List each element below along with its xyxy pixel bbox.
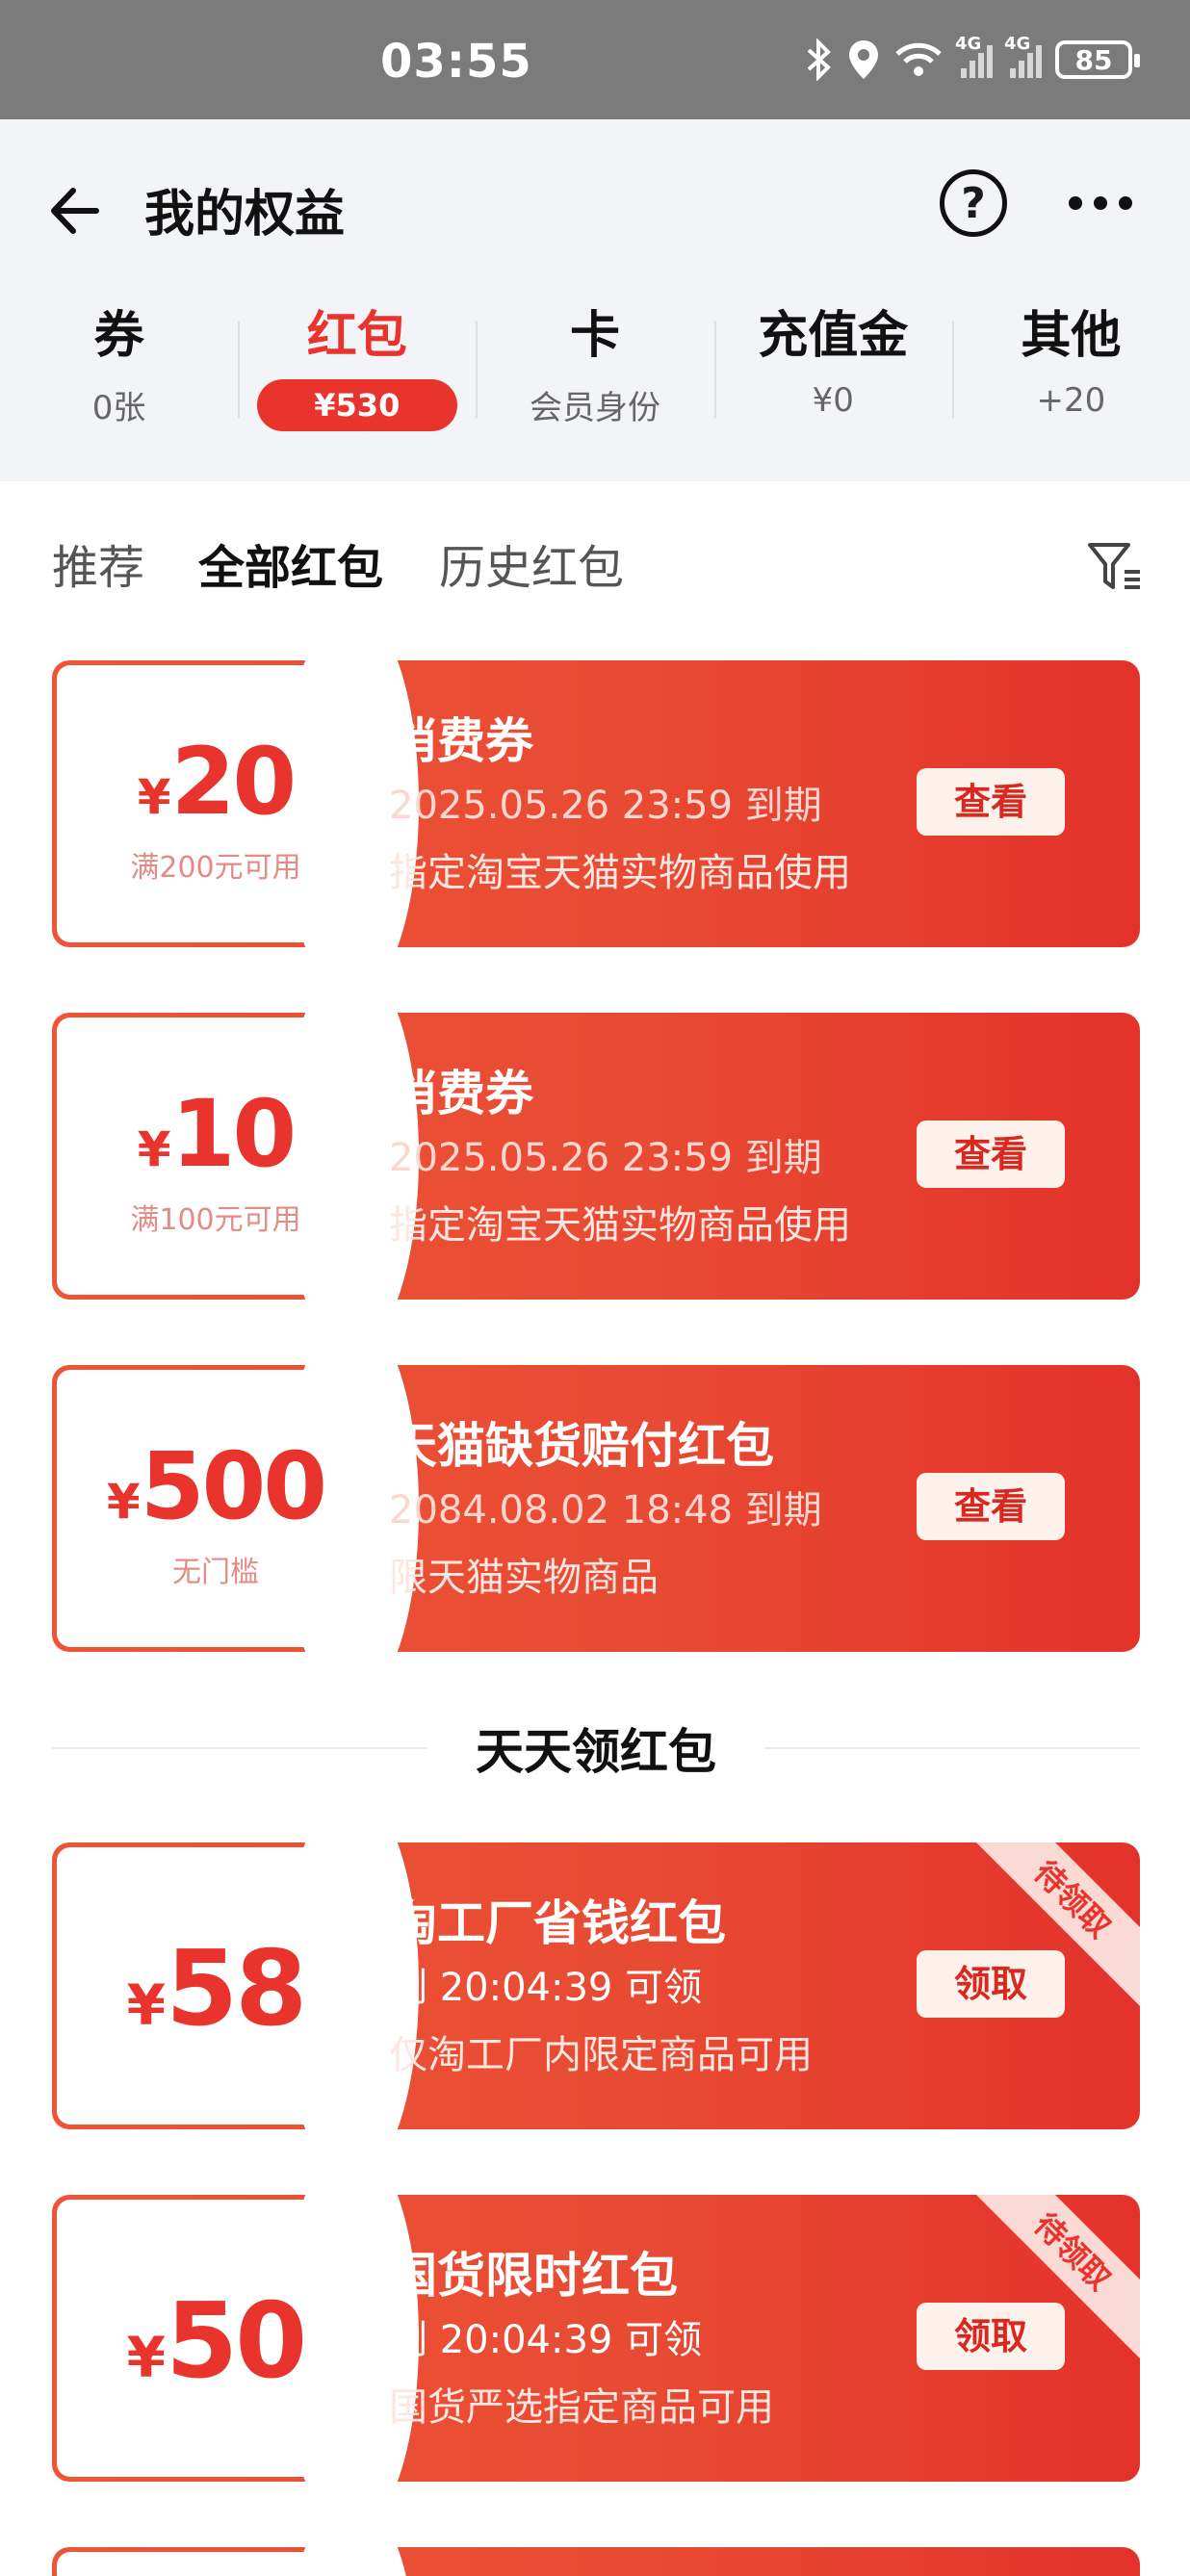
tab-label: 其他	[1021, 307, 1122, 365]
page-title: 我的权益	[144, 186, 346, 244]
coupon-expiry: 2025.05.26 23:59 到期	[389, 1136, 822, 1180]
status-time: 03:55	[380, 35, 532, 89]
category-tabs: 券 0张 红包 ¥530 卡 会员身份 充值金 ¥0 其他 +20	[0, 302, 1190, 447]
currency-symbol: ¥	[126, 2325, 167, 2390]
coupon-card-partial[interactable]	[52, 2547, 1140, 2576]
amount-value: 50	[166, 2281, 307, 2402]
daily-red-packets-header: 天天领红包	[52, 1713, 1140, 1781]
tab-cards[interactable]: 卡 会员身份	[476, 302, 713, 447]
tab-sub-label: 0张	[91, 389, 146, 427]
bluetooth-icon	[807, 39, 831, 81]
location-icon	[849, 40, 878, 79]
currency-symbol: ¥	[126, 1972, 167, 2038]
coupon-condition: 满100元可用	[130, 1203, 301, 1237]
section-title: 天天领红包	[476, 1724, 716, 1780]
tab-label: 卡	[570, 307, 621, 365]
coupon-amount: ¥20	[52, 728, 379, 836]
tab-label: 红包	[306, 307, 407, 365]
tab-others[interactable]: 其他 +20	[951, 302, 1190, 447]
status-icons: 4G 4G 85	[805, 34, 1140, 81]
coupon-condition: 无门槛	[172, 1556, 259, 1589]
claim-button[interactable]: 领取	[917, 2303, 1065, 2370]
coupon-amount: ¥500	[52, 1432, 379, 1540]
coupon-title: 天猫缺货赔付红包	[389, 1418, 774, 1474]
red-packet-total-badge: ¥530	[256, 379, 457, 431]
coupon-amount: ¥10	[52, 1080, 379, 1188]
coupon-title: 消费券	[389, 1066, 533, 1121]
wifi-icon	[895, 42, 942, 76]
coupon-card[interactable]: ¥20 满200元可用 消费券 2025.05.26 23:59 到期 指定淘宝…	[52, 660, 1140, 947]
status-bar: 03:55 4G 4G 85	[0, 0, 1190, 119]
filter-tab-history[interactable]: 历史红包	[439, 529, 624, 597]
arrow-left-icon[interactable]	[42, 177, 110, 245]
currency-symbol: ¥	[106, 1474, 141, 1530]
filter-icon[interactable]	[1086, 539, 1144, 597]
coupon-title: 消费券	[389, 713, 533, 769]
question-circle-icon[interactable]: ?	[940, 169, 1007, 237]
claim-countdown: 剩 20:04:39 可领	[389, 2318, 703, 2362]
header: 我的权益 ? 券 0张 红包 ¥530 卡 会员身份 充值金 ¥0 其他 +20	[0, 119, 1190, 481]
amount-value: 58	[166, 1929, 307, 2049]
tab-sub-label: ¥0	[812, 381, 854, 420]
tab-recharge-funds[interactable]: 充值金 ¥0	[713, 302, 952, 447]
filter-tab-recommended[interactable]: 推荐	[52, 529, 144, 597]
tab-coupons[interactable]: 券 0张	[0, 302, 238, 447]
coupon-expiry: 2025.05.26 23:59 到期	[389, 784, 822, 828]
coupon-expiry: 2084.08.02 18:48 到期	[389, 1488, 822, 1533]
view-button[interactable]: 查看	[917, 768, 1065, 836]
coupon-description: 限天猫实物商品	[389, 1556, 659, 1600]
coupon-description: 国货严选指定商品可用	[389, 2385, 774, 2430]
coupon-amount: ¥50	[52, 2281, 379, 2402]
coupon-condition: 满200元可用	[130, 851, 301, 885]
view-button[interactable]: 查看	[917, 1121, 1065, 1188]
signal-icon: 4G	[955, 34, 993, 78]
battery-icon: 85	[1055, 40, 1140, 79]
view-button[interactable]: 查看	[917, 1473, 1065, 1540]
claim-countdown: 剩 20:04:39 可领	[389, 1966, 703, 2010]
amount-value: 20	[170, 728, 298, 836]
coupon-description: 指定淘宝天猫实物商品使用	[389, 851, 851, 895]
coupon-description: 指定淘宝天猫实物商品使用	[389, 1203, 851, 1248]
tab-sub-label: 会员身份	[530, 389, 660, 427]
coupon-card[interactable]: ¥500 无门槛 天猫缺货赔付红包 2084.08.02 18:48 到期 限天…	[52, 1365, 1140, 1652]
tab-label: 充值金	[758, 307, 909, 365]
amount-value: 10	[170, 1080, 298, 1188]
coupon-amount-panel	[57, 2547, 419, 2576]
tab-sub-label: +20	[1036, 381, 1106, 420]
currency-symbol: ¥	[137, 769, 171, 825]
battery-level: 85	[1074, 43, 1113, 76]
claim-coupon-card[interactable]: ¥58 淘工厂省钱红包 剩 20:04:39 可领 仅淘工厂内限定商品可用 领取…	[52, 1842, 1140, 2129]
network-type-label: 4G	[955, 34, 982, 54]
coupon-card[interactable]: ¥10 满100元可用 消费券 2025.05.26 23:59 到期 指定淘宝…	[52, 1013, 1140, 1300]
more-horizontal-icon[interactable]	[1069, 196, 1132, 210]
filter-tabs: 推荐 全部红包 历史红包	[0, 529, 1190, 606]
coupon-title: 淘工厂省钱红包	[389, 1895, 726, 1951]
signal-icon: 4G	[1004, 34, 1042, 78]
tab-label: 券	[93, 307, 144, 365]
amount-value: 500	[140, 1432, 327, 1540]
network-type-label: 4G	[1004, 34, 1031, 54]
filter-tab-all-red-packets[interactable]: 全部红包	[198, 529, 383, 597]
coupon-description: 仅淘工厂内限定商品可用	[389, 2033, 813, 2077]
tab-red-packets[interactable]: 红包 ¥530	[238, 302, 476, 447]
claim-coupon-card[interactable]: ¥50 国货限时红包 剩 20:04:39 可领 国货严选指定商品可用 领取 待…	[52, 2195, 1140, 2482]
coupon-title: 国货限时红包	[389, 2248, 678, 2304]
coupon-amount: ¥58	[52, 1929, 379, 2049]
claim-button[interactable]: 领取	[917, 1950, 1065, 2018]
currency-symbol: ¥	[137, 1121, 171, 1177]
